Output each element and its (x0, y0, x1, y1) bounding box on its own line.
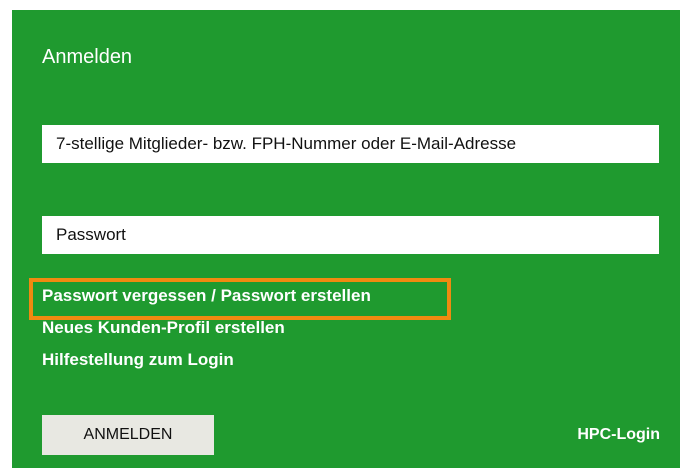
login-help-link[interactable]: Hilfestellung zum Login (42, 348, 371, 380)
create-profile-link[interactable]: Neues Kunden-Profil erstellen (42, 316, 371, 348)
login-links: Passwort vergessen / Passwort erstellen … (42, 284, 371, 380)
login-button[interactable]: ANMELDEN (42, 415, 214, 455)
hpc-login-link[interactable]: HPC-Login (577, 424, 660, 446)
login-title: Anmelden (42, 46, 133, 68)
password-field[interactable]: Passwort (42, 216, 659, 254)
username-field[interactable]: 7-stellige Mitglieder- bzw. FPH-Nummer o… (42, 125, 659, 163)
forgot-password-link[interactable]: Passwort vergessen / Passwort erstellen (42, 284, 371, 316)
